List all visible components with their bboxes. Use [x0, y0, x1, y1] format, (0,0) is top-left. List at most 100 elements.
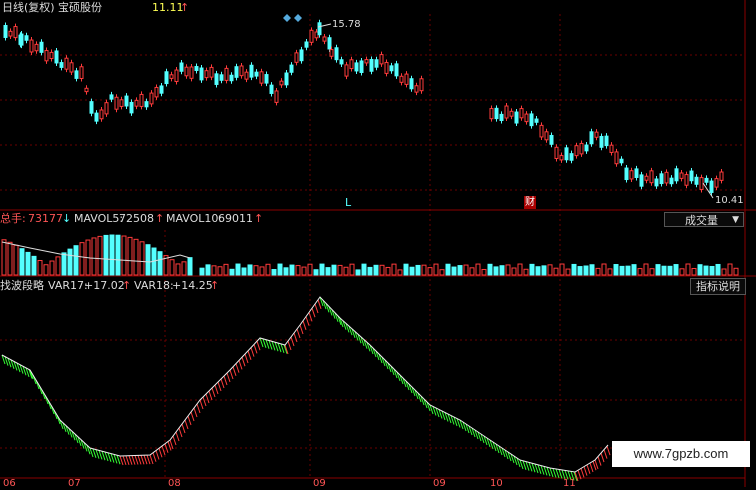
volume-bar [139, 241, 145, 276]
candle-body [309, 29, 314, 43]
mavol10-label: MAVOL10: [166, 212, 223, 225]
diamond-marker-icon [283, 14, 291, 22]
indicator-help-button[interactable]: 指标说明 [690, 278, 746, 295]
candle-body [634, 168, 639, 178]
volume-bar [331, 264, 337, 276]
volume-bar [427, 267, 433, 276]
diamond-markers [283, 14, 302, 22]
candle-body [494, 107, 499, 120]
candle-body [544, 131, 549, 141]
volume-bar [571, 263, 577, 276]
ribbon-stroke [253, 344, 258, 354]
volume-bar [1, 239, 7, 276]
volume-bar [361, 263, 367, 276]
ribbon-stroke [104, 451, 109, 462]
candle-body [3, 25, 8, 38]
volume-bar [541, 265, 547, 276]
volume-bar [61, 252, 67, 276]
volume-bar [223, 263, 229, 276]
volume-bar [469, 267, 475, 276]
ribbon-stroke [277, 342, 282, 353]
candle-body [674, 168, 679, 182]
candle-body [154, 86, 159, 98]
candle-body [344, 64, 349, 77]
ribbon-stroke [302, 320, 307, 330]
volume-bar [145, 244, 151, 276]
ribbon-stroke [214, 384, 219, 395]
indicator-select-value: 成交量 [685, 214, 718, 227]
volume-bar [679, 268, 685, 276]
volume-bar [175, 263, 181, 276]
ribbon-stroke [217, 381, 222, 392]
x-axis-label: 11 [563, 478, 576, 489]
candle-body [384, 61, 389, 74]
period-label[interactable]: 日线(复权) [2, 1, 55, 14]
ribbon-stroke [98, 450, 103, 460]
candle-body [19, 33, 24, 46]
candle-body [559, 155, 564, 161]
candle-body [34, 43, 39, 52]
candle-body [104, 102, 109, 115]
volume-bar [121, 235, 127, 276]
site-watermark: www.7gpzb.com [612, 441, 750, 467]
candle-body [509, 110, 514, 117]
volume-bar [475, 263, 481, 276]
var18-label: VAR18: [134, 279, 174, 292]
mavol5-arrow-icon: ↑ [155, 212, 165, 225]
candle-body [569, 153, 574, 161]
candle-body [24, 35, 29, 41]
candle-body [224, 67, 229, 81]
volume-bar [511, 267, 517, 276]
ribbon-stroke [172, 435, 177, 446]
ribbon-stroke [113, 454, 118, 464]
event-marker-l[interactable]: L [345, 196, 351, 209]
candle-body [664, 171, 669, 184]
ribbon-stroke [158, 448, 163, 458]
ribbon-stroke [293, 332, 298, 343]
candle-body [199, 67, 204, 81]
volume-bar [439, 269, 445, 276]
candle-body [214, 73, 219, 85]
indicator-select[interactable]: 成交量 ▼ [664, 212, 744, 227]
ribbon-stroke [226, 372, 231, 383]
volume-bar [601, 263, 607, 276]
candle-body [489, 108, 494, 120]
volume-bar [391, 263, 397, 276]
indicator-name: 找波段略 [0, 279, 44, 292]
volume-bar [493, 266, 499, 276]
stock-chart-canvas[interactable] [0, 0, 756, 487]
ribbon-stroke [131, 455, 136, 465]
ribbon-stroke [583, 466, 588, 476]
candle-body [364, 59, 369, 64]
volume-bar [235, 263, 241, 276]
volume-bar [379, 264, 385, 276]
volume-bar [685, 263, 691, 276]
candle-body [609, 144, 614, 153]
ribbon-stroke [265, 339, 270, 349]
stock-name: 宝硕股份 [58, 1, 102, 14]
volume-bar [109, 234, 115, 276]
volume-bar [691, 267, 697, 276]
volume-bar [445, 263, 451, 276]
event-marker-cai[interactable]: 财 [524, 196, 536, 209]
volume-bar [553, 267, 559, 276]
ribbon-stroke [101, 451, 106, 461]
volume-bar [157, 251, 163, 276]
volume-bar [217, 266, 223, 276]
volume-bar [55, 256, 61, 276]
candle-body [99, 109, 104, 120]
volume-bar [451, 266, 457, 276]
volume-bar [241, 267, 247, 276]
ribbon-stroke [540, 465, 545, 475]
candle-body [189, 66, 194, 79]
candle-body [689, 170, 694, 182]
price-up-arrow-icon: ↑ [180, 1, 190, 14]
volume-bar [325, 267, 331, 276]
var17-label: VAR17: [48, 279, 88, 292]
diamond-marker-icon [294, 14, 302, 22]
volume-bar [655, 264, 661, 276]
ribbon-stroke [299, 324, 304, 335]
candle-body [327, 37, 332, 50]
volume-bar [373, 264, 379, 276]
total-volume-arrow-icon: ↓ [62, 212, 72, 225]
